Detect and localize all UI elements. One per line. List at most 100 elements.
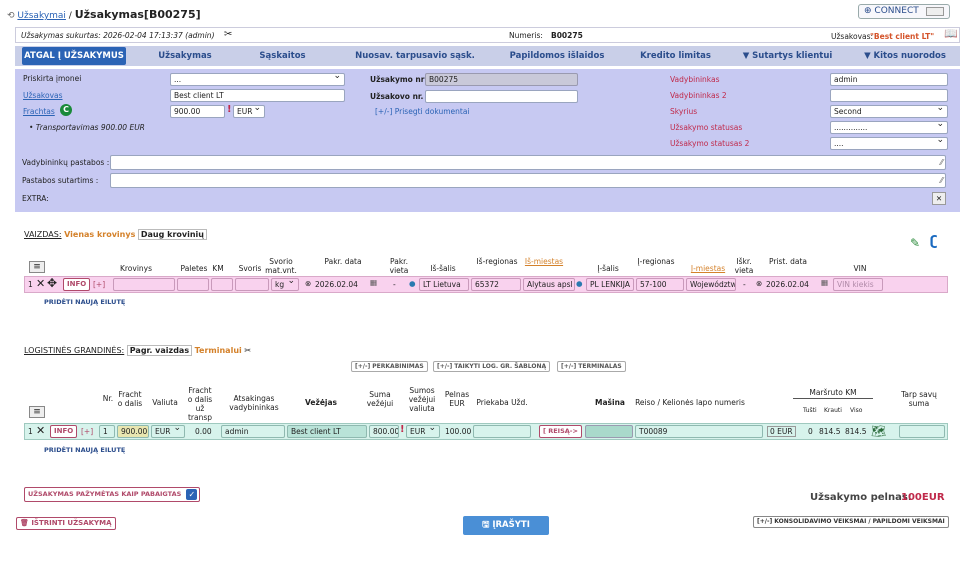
save-label: ĮRAŠYTI: [492, 520, 530, 530]
own-sum-input[interactable]: [899, 425, 945, 438]
from-region-input[interactable]: 65372: [471, 278, 521, 291]
order-nr-input[interactable]: B00275: [425, 73, 578, 86]
move-row-icon[interactable]: ✥: [47, 276, 57, 290]
tab-other-links[interactable]: ▼ Kitos nuorodos: [855, 47, 955, 65]
log-manager-input[interactable]: admin: [221, 425, 285, 438]
to-region-input[interactable]: 57-100: [636, 278, 684, 291]
client-input[interactable]: Best client LT: [170, 89, 345, 102]
assigned-company-select[interactable]: ...: [170, 73, 345, 86]
from-city-input[interactable]: Alytaus apsl: [523, 278, 575, 291]
cargo-expand-button[interactable]: [+]: [93, 280, 105, 289]
freight-currency-select[interactable]: EUR: [233, 105, 265, 118]
connect-button[interactable]: ⊕ CONNECT: [858, 4, 950, 19]
resize-icon[interactable]: ⁄⁄: [940, 175, 943, 186]
log-trip-number-input[interactable]: T00089: [635, 425, 763, 438]
contract-notes-label: Pastabos sutartims :: [22, 176, 99, 185]
weight-unit-select[interactable]: kg: [271, 278, 299, 291]
tab-extra-costs[interactable]: Papildomos išlaidos: [502, 47, 612, 65]
vin-input[interactable]: VIN kiekis: [833, 278, 883, 291]
delete-order-button[interactable]: 🗑 IŠTRINTI UŽSAKYMĄ: [16, 517, 116, 530]
save-button[interactable]: 🖫 ĮRAŠYTI: [463, 516, 549, 535]
close-icon[interactable]: ✕: [932, 192, 946, 205]
resize-icon[interactable]: ⁄⁄: [940, 157, 943, 168]
calendar-icon[interactable]: ▦: [370, 278, 377, 287]
view-one-cargo[interactable]: Vienas krovinys: [64, 230, 135, 239]
delete-row-icon[interactable]: ✕: [36, 424, 45, 437]
order-nr-label: Užsakymo nr: [370, 75, 425, 84]
freight-calc-icon[interactable]: C: [60, 104, 72, 116]
cargo-header-15: VIN: [853, 264, 867, 273]
add-cargo-row-link[interactable]: PRIDĖTI NAUJĄ EILUTĘ: [44, 298, 125, 306]
manager2-input[interactable]: [830, 89, 948, 102]
manager-label: Vadybininkas: [670, 75, 720, 84]
log-currency-select[interactable]: EUR: [151, 425, 185, 438]
status2-select[interactable]: ....: [830, 137, 948, 150]
log-header-3: Fracht o dalis už transp: [187, 386, 213, 422]
department-select[interactable]: Second: [830, 105, 948, 118]
load-date[interactable]: 2026.02.04: [315, 280, 358, 289]
terminal-button[interactable]: [+/-] TERMINALAS: [557, 361, 626, 372]
log-info-button[interactable]: INFO: [50, 425, 78, 438]
back-to-orders-tab[interactable]: ATGAL Į UŽSAKYMUS: [22, 47, 126, 65]
apply-template-button[interactable]: [+/-] TAIKYTI LOG. GR. ŠABLONĄ: [433, 361, 551, 372]
cargo-name-input[interactable]: [113, 278, 175, 291]
tab-client-contracts[interactable]: ▼ Sutartys klientui: [735, 47, 840, 65]
cargo-info-button[interactable]: INFO: [63, 278, 91, 291]
log-truck-input[interactable]: [585, 425, 633, 438]
tab-invoices[interactable]: Sąskaitos: [240, 47, 325, 65]
log-expand-button[interactable]: [+]: [81, 427, 93, 436]
paint-icon[interactable]: ✎: [910, 236, 920, 250]
log-freight-input[interactable]: 900.00: [117, 425, 149, 438]
extra-label: EXTRA:: [22, 194, 49, 203]
info-bar: Užsakymas sukurtas: 2026-02-04 17:13:37 …: [15, 27, 960, 43]
pallets-input[interactable]: [177, 278, 209, 291]
menu-icon[interactable]: ≡: [29, 261, 45, 273]
tools-icon[interactable]: ✂: [224, 29, 232, 40]
view-terminal[interactable]: Terminalui: [195, 346, 242, 355]
attach-documents-link[interactable]: [+/-] Prisegti dokumentai: [375, 107, 470, 116]
order-form: Priskirta įmonei ... Užsakovas Best clie…: [15, 69, 960, 212]
cargo-header-8: Iš-regionas: [476, 257, 518, 266]
km-divider: [793, 398, 873, 399]
tools-icon[interactable]: ✂: [244, 346, 251, 355]
freight-link[interactable]: Frachtas: [23, 107, 55, 116]
status-select[interactable]: ..............: [830, 121, 948, 134]
refresh-icon[interactable]: ʗ: [930, 234, 937, 249]
log-sum-currency-select[interactable]: EUR: [406, 425, 440, 438]
weight-input[interactable]: [235, 278, 269, 291]
create-trip-button[interactable]: [ REISĄ->: [539, 425, 582, 438]
to-city-input[interactable]: Województw: [686, 278, 736, 291]
tab-order[interactable]: Užsakymas: [140, 47, 230, 65]
from-country-input[interactable]: LT Lietuva: [419, 278, 469, 291]
contract-notes-textarea[interactable]: ⁄⁄: [110, 173, 946, 188]
mark-completed-button[interactable]: UŽSAKYMAS PAŽYMĖTAS KAIP PABAIGTAS ✓: [24, 487, 201, 502]
route-map-icon[interactable]: 🗺: [871, 424, 886, 438]
transshipment-button[interactable]: [+/-] PERKABINIMAS: [351, 361, 428, 372]
client-order-nr-input[interactable]: [425, 90, 578, 103]
log-row-number: 1: [28, 427, 33, 436]
freight-input[interactable]: 900.00: [170, 105, 225, 118]
view-main[interactable]: Pagr. vaizdas: [126, 345, 193, 356]
log-carrier-sum-input[interactable]: 800.00: [369, 425, 399, 438]
delivery-date[interactable]: 2026.02.04: [766, 280, 809, 289]
delete-row-icon[interactable]: ✕: [36, 277, 45, 290]
breadcrumb-orders-link[interactable]: Užsakymai: [17, 11, 66, 21]
manager-notes-textarea[interactable]: ⁄⁄: [110, 155, 946, 170]
log-carrier-input[interactable]: Best client LT: [287, 425, 367, 438]
menu-icon[interactable]: ≡: [29, 406, 45, 418]
calendar-icon[interactable]: ▦: [821, 278, 828, 287]
add-log-row-link[interactable]: PRIDĖTI NAUJĄ EILUTĘ: [44, 446, 125, 454]
connect-toggle[interactable]: [926, 7, 944, 16]
completed-checkbox[interactable]: ✓: [186, 489, 198, 500]
log-nr-input[interactable]: 1: [99, 425, 115, 438]
client-link[interactable]: Užsakovas: [23, 91, 63, 100]
km-input[interactable]: [211, 278, 233, 291]
tab-credit-limit[interactable]: Kredito limitas: [628, 47, 723, 65]
consolidation-button[interactable]: [+/-] KONSOLIDAVIMO VEIKSMAI / PAPILDOMI…: [753, 516, 949, 528]
view-many-cargo[interactable]: Daug krovinių: [137, 229, 207, 240]
tab-own-invoices[interactable]: Nuosav. tarpusavio sąsk.: [345, 47, 485, 65]
manager-input[interactable]: admin: [830, 73, 948, 86]
to-country-input[interactable]: PL LENKIJA: [586, 278, 634, 291]
book-icon[interactable]: 📖: [944, 27, 958, 40]
log-trailer-input[interactable]: [473, 425, 531, 438]
